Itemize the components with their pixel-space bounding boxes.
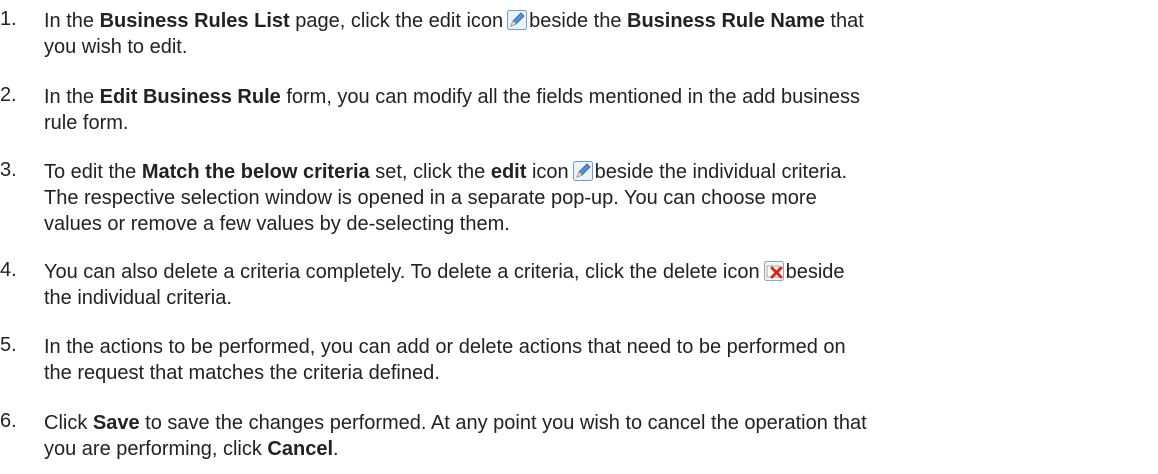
text-run: you are performing, click: [44, 438, 268, 460]
step-line: the individual criteria.: [44, 287, 232, 309]
bold-term: edit: [490, 161, 527, 183]
step-text: In the Edit Business Rule form, you can …: [44, 84, 1154, 136]
step-text: In the Business Rules List page, click t…: [44, 8, 1154, 60]
step-number: 4.: [0, 259, 17, 281]
text-run: .: [333, 438, 339, 460]
step-line: In the Edit Business Rule form, you can …: [44, 84, 1154, 110]
text-run: beside: [785, 261, 845, 283]
text-run: In the: [44, 10, 100, 32]
step-line: the request that matches the criteria de…: [44, 362, 440, 384]
step-line: values or remove a few values by de-sele…: [44, 213, 510, 235]
step-line: The respective selection window is opene…: [44, 187, 817, 209]
edit-icon: [507, 10, 528, 30]
text-run: form, you can modify all the fields ment…: [280, 86, 860, 108]
text-run: To edit the: [44, 161, 142, 183]
instruction-steps: 1. In the Business Rules List page, clic…: [0, 0, 1158, 474]
bold-term: Business Rule Name: [627, 10, 825, 32]
step-text: Click Save to save the changes performed…: [44, 410, 1154, 462]
text-run: Click: [44, 412, 93, 434]
step-line: You can also delete a criteria completel…: [44, 259, 1154, 285]
step-text: To edit the Match the below criteria set…: [44, 159, 1154, 237]
text-run: icon: [526, 161, 569, 183]
bold-term: Business Rules List: [99, 10, 290, 32]
step-text: You can also delete a criteria completel…: [44, 259, 1154, 311]
text-run: set, click the: [369, 161, 491, 183]
step-number: 2.: [0, 84, 17, 106]
text-run: that: [824, 10, 864, 32]
step-line: Click Save to save the changes performed…: [44, 410, 1154, 436]
step-number: 3.: [0, 159, 17, 181]
step-number: 6.: [0, 410, 17, 432]
text-run: You can also delete a criteria completel…: [44, 261, 760, 283]
text-run: beside the individual criteria.: [594, 161, 848, 183]
step-line: In the Business Rules List page, click t…: [44, 8, 1154, 34]
bold-term: Match the below criteria: [141, 161, 370, 183]
step-number: 5.: [0, 334, 17, 356]
bold-term: Cancel: [267, 438, 334, 460]
edit-icon: [572, 161, 593, 181]
step-line: you wish to edit.: [44, 36, 188, 58]
text-run: In the: [44, 86, 100, 108]
text-run: page, click the edit icon: [289, 10, 504, 32]
text-run: to save the changes performed. At any po…: [139, 412, 867, 434]
step-line: In the actions to be performed, you can …: [44, 336, 846, 358]
step-text: In the actions to be performed, you can …: [44, 334, 1154, 386]
step-line: rule form.: [44, 112, 129, 134]
step-line: To edit the Match the below criteria set…: [44, 159, 1154, 185]
step-number: 1.: [0, 8, 17, 30]
delete-icon: [763, 261, 784, 281]
bold-term: Edit Business Rule: [99, 86, 281, 108]
text-run: beside the: [529, 10, 627, 32]
step-line: you are performing, click Cancel.: [44, 436, 1154, 462]
bold-term: Save: [92, 412, 140, 434]
